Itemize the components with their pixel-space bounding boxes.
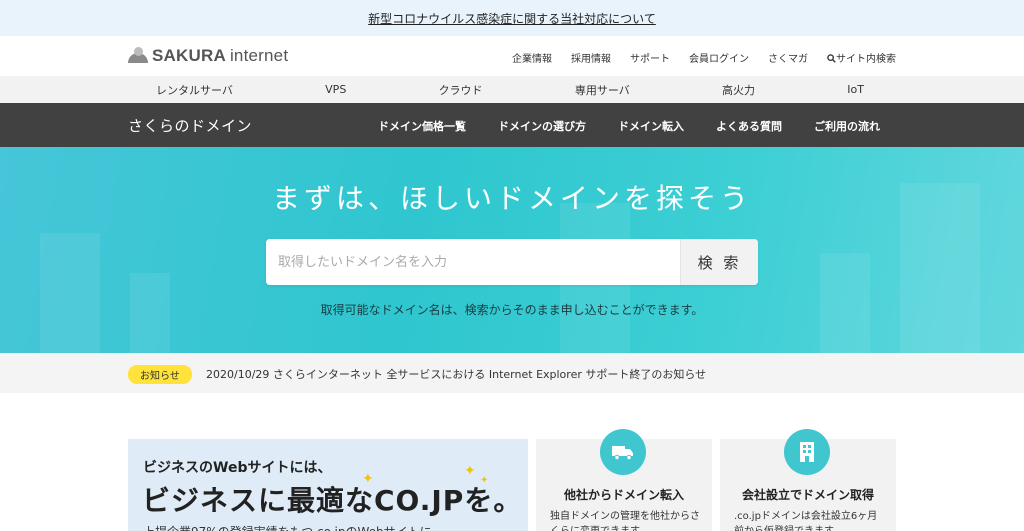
- logo-text-light: internet: [229, 46, 289, 65]
- topnav-site-search[interactable]: サイト内検索: [827, 50, 896, 65]
- dnav-how-to-choose[interactable]: ドメインの選び方: [498, 118, 586, 134]
- logo-text-strong: SAKURA: [152, 46, 226, 65]
- topnav-login[interactable]: 会員ログイン: [689, 50, 749, 65]
- sparkle-icon: ✦: [464, 463, 476, 479]
- promo-line2: ビジネスに最適なCO.JPを。: [142, 484, 523, 517]
- promo-line3: 上場企業97%の登録実績をもつ.co.jpのWebサイトに: [143, 523, 432, 531]
- building-icon: [784, 429, 830, 475]
- hero-decoration: [40, 233, 100, 353]
- service-nav: レンタルサーバ VPS クラウド 専用サーバ 高火力 IoT: [0, 76, 1024, 103]
- company-setup-card-desc: .co.jpドメインは会社設立6ヶ月前から仮登録できます: [734, 511, 878, 531]
- covid-notice-link[interactable]: 新型コロナウイルス感染症に関する当社対応について: [368, 10, 656, 27]
- sakura-logo[interactable]: SAKURA internet: [128, 46, 288, 66]
- topnav-support[interactable]: サポート: [630, 50, 670, 65]
- topnav-recruit[interactable]: 採用情報: [571, 50, 611, 65]
- domain-nav-bar: さくらのドメイン ドメイン価格一覧 ドメインの選び方 ドメイン転入 よくある質問…: [0, 103, 1024, 147]
- dnav-price-list[interactable]: ドメイン価格一覧: [378, 118, 466, 134]
- hero-section: まずは、ほしいドメインを探そう 検 索 取得可能なドメイン名は、検索からそのまま…: [0, 147, 1024, 353]
- svc-high-power[interactable]: 高火力: [722, 82, 755, 98]
- hero-subtext: 取得可能なドメイン名は、検索からそのまま申し込むことができます。: [320, 303, 704, 317]
- transfer-card[interactable]: 他社からドメイン転入 独自ドメインの管理を他社からさくらに変更できます: [536, 429, 712, 531]
- news-badge: お知らせ: [128, 365, 192, 384]
- hero-heading: まずは、ほしいドメインを探そう: [271, 182, 752, 215]
- svc-vps[interactable]: VPS: [325, 83, 346, 96]
- content-section: ビジネスのWebサイトには、 ビジネスに最適なCO.JPを。 ✦ ✦ ✦ 上場企…: [0, 393, 1024, 531]
- svc-iot[interactable]: IoT: [847, 83, 864, 96]
- news-bar: お知らせ 2020/10/29 さくらインターネット 全サービスにおける Int…: [0, 353, 1024, 393]
- search-icon: [827, 54, 836, 63]
- svc-cloud[interactable]: クラウド: [439, 82, 483, 98]
- transfer-card-desc: 独自ドメインの管理を他社からさくらに変更できます: [550, 511, 700, 531]
- domain-nav: ドメイン価格一覧 ドメインの選び方 ドメイン転入 よくある質問 ご利用の流れ: [378, 118, 880, 134]
- dnav-faq[interactable]: よくある質問: [716, 118, 782, 134]
- site-search-label: サイト内検索: [836, 54, 896, 65]
- site-header: SAKURA internet 企業情報 採用情報 サポート 会員ログイン さく…: [0, 36, 1024, 76]
- notice-bar: 新型コロナウイルス感染症に関する当社対応について: [0, 0, 1024, 36]
- company-setup-card[interactable]: 会社設立でドメイン取得 .co.jpドメインは会社設立6ヶ月前から仮登録できます: [720, 429, 896, 531]
- promo-line1: ビジネスのWebサイトには、: [143, 460, 332, 476]
- company-setup-card-title: 会社設立でドメイン取得: [741, 488, 874, 502]
- svc-dedicated[interactable]: 専用サーバ: [575, 82, 630, 98]
- search-button[interactable]: 検 索: [680, 239, 758, 285]
- domain-search-box: 検 索: [266, 239, 758, 285]
- co-jp-promo-banner[interactable]: ビジネスのWebサイトには、 ビジネスに最適なCO.JPを。 ✦ ✦ ✦ 上場企…: [128, 439, 528, 531]
- sakura-logo-icon: [128, 47, 148, 65]
- dnav-transfer[interactable]: ドメイン転入: [618, 118, 684, 134]
- domain-search-input[interactable]: [266, 239, 680, 285]
- svc-rental-server[interactable]: レンタルサーバ: [156, 82, 233, 98]
- domain-brand[interactable]: さくらのドメイン: [128, 115, 252, 136]
- transfer-card-title: 他社からドメイン転入: [563, 488, 684, 502]
- truck-icon: [600, 429, 646, 475]
- topnav-sakumaga[interactable]: さくマガ: [768, 50, 808, 65]
- topnav-company[interactable]: 企業情報: [512, 50, 552, 65]
- sparkle-icon: ✦: [480, 475, 489, 486]
- news-link[interactable]: 2020/10/29 さくらインターネット 全サービスにおける Internet…: [206, 366, 706, 382]
- top-nav: 企業情報 採用情報 サポート 会員ログイン さくマガ サイト内検索: [512, 50, 896, 65]
- dnav-flow[interactable]: ご利用の流れ: [814, 118, 880, 134]
- sparkle-icon: ✦: [362, 471, 374, 487]
